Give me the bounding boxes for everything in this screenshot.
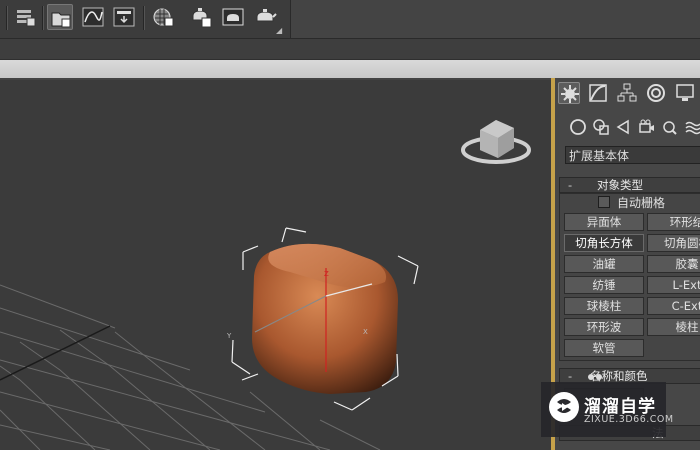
layer-list-icon[interactable] [12, 4, 38, 30]
object-button-ringwave[interactable]: 环形波 [564, 318, 644, 336]
ribbon-strip [0, 60, 700, 78]
object-type-rollout-header[interactable]: - 对象类型 [559, 177, 700, 193]
autogrid-label: 自动栅格 [617, 196, 666, 210]
lights-icon[interactable] [614, 117, 634, 137]
object-button-capsule[interactable]: 胶囊 [647, 255, 700, 273]
watermark-logo-icon [549, 392, 579, 422]
object-button-gengon[interactable]: 球棱柱 [564, 297, 644, 315]
scene-explorer-icon[interactable] [47, 4, 73, 30]
autogrid-checkbox[interactable] [598, 196, 610, 208]
perspective-viewport[interactable]: Z Y X [0, 80, 551, 450]
rollout-collapse-toggle[interactable]: - [568, 369, 572, 383]
material-editor-icon[interactable] [150, 4, 176, 30]
motion-tab-icon[interactable] [645, 82, 667, 104]
cameras-icon[interactable] [637, 117, 657, 137]
hierarchy-tab-icon[interactable] [616, 82, 638, 104]
rollout-title: 对象类型 [597, 178, 643, 192]
axis-label-z: Z [324, 270, 329, 278]
chamfer-box-object [252, 243, 398, 394]
object-button-torus-knot[interactable]: 环形结 [647, 213, 700, 231]
shapes-icon[interactable] [591, 117, 611, 137]
toolbar-separator [143, 6, 145, 30]
viewcube[interactable] [461, 120, 531, 164]
toolbar-empty-area [290, 0, 700, 38]
helpers-icon[interactable] [660, 117, 680, 137]
grid-axis-line [0, 325, 111, 381]
space-warps-icon[interactable] [683, 117, 700, 137]
object-button-c-ext[interactable]: C-Ext [647, 297, 700, 315]
axis-label-y: Y [226, 332, 232, 340]
schematic-view-icon[interactable] [111, 4, 137, 30]
flyout-arrow-icon[interactable]: ◢ [276, 26, 282, 35]
modify-tab-icon[interactable] [587, 82, 609, 104]
watermark-url: ZIXUE.3D66.COM [584, 414, 674, 425]
viewport-scene: Z Y X [0, 120, 531, 450]
object-button-oil-tank[interactable]: 油罐 [564, 255, 644, 273]
object-button-chamfer-box[interactable]: 切角长方体 [564, 234, 644, 252]
toolbar-separator [42, 6, 44, 30]
object-button-hedra[interactable]: 异面体 [564, 213, 644, 231]
object-button-prism[interactable]: 棱柱 [647, 318, 700, 336]
display-tab-icon[interactable] [674, 82, 696, 104]
color-dots-icon [586, 371, 608, 381]
rendered-frame-icon[interactable] [220, 4, 246, 30]
object-button-hose[interactable]: 软管 [564, 339, 644, 357]
object-button-l-ext[interactable]: L-Ext [647, 276, 700, 294]
curve-editor-icon[interactable] [80, 4, 106, 30]
axis-label-x: X [363, 328, 368, 336]
object-category-dropdown[interactable]: 扩展基本体 [565, 146, 700, 164]
render-teapot-icon[interactable] [252, 4, 278, 30]
create-tab-icon[interactable] [558, 82, 580, 104]
object-button-chamfer-cyl[interactable]: 切角圆柱 [647, 234, 700, 252]
secondary-toolbar [0, 39, 700, 60]
render-setup-icon[interactable] [188, 4, 214, 30]
object-button-spindle[interactable]: 纺锤 [564, 276, 644, 294]
toolbar-separator [6, 6, 8, 30]
geometry-icon[interactable] [568, 117, 588, 137]
